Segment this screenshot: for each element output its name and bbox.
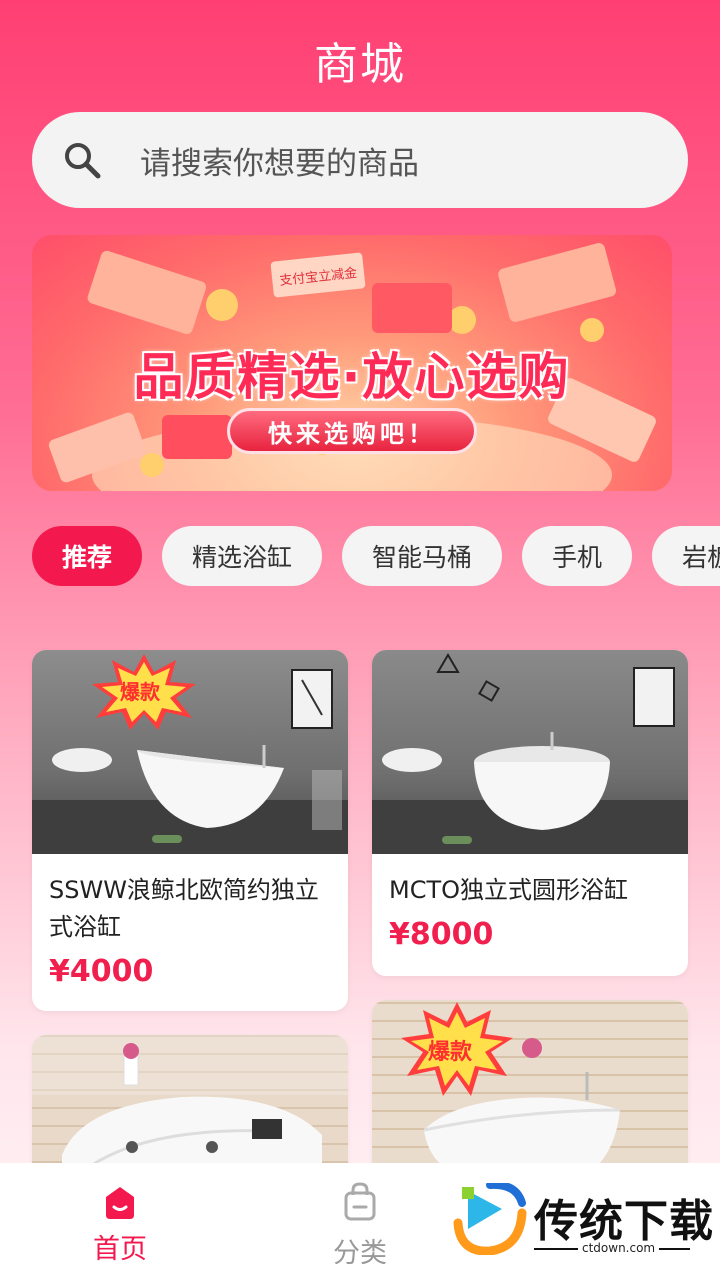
tab-slate[interactable]: 岩板 <box>652 526 720 586</box>
watermark: 传统下载 ctdown.com <box>440 1163 720 1280</box>
category-tabs-container: 推荐 精选浴缸 智能马桶 手机 岩板 <box>0 520 720 600</box>
product-price: ¥8000 <box>389 917 494 952</box>
banner-cta-button[interactable]: 快来选购吧！ <box>227 408 477 454</box>
search-input[interactable]: 请搜索你想要的商品 <box>140 138 419 183</box>
hot-badge-label: 爆款 <box>120 680 160 704</box>
promo-banner[interactable]: 支付宝立减金 品质精选·放心选购 快来选购吧！ <box>32 235 672 491</box>
search-bar[interactable]: 请搜索你想要的商品 <box>32 112 688 208</box>
tab-smart-toilet[interactable]: 智能马桶 <box>342 526 503 586</box>
tab-phone[interactable]: 手机 <box>522 526 633 586</box>
product-price: ¥4000 <box>49 954 154 989</box>
home-icon <box>106 1187 134 1219</box>
category-tabs: 推荐 精选浴缸 智能马桶 手机 岩板 <box>32 526 720 586</box>
watermark-brand: 传统下载 <box>534 1196 714 1247</box>
shopping-bag-icon <box>344 1182 376 1221</box>
product-name: MCTO独立式圆形浴缸 <box>389 876 629 904</box>
product-image: 爆款 <box>32 650 348 854</box>
nav-home[interactable]: 首页 <box>0 1163 240 1280</box>
product-image <box>372 650 688 854</box>
product-name: SSWW浪鲸北欧简约独立式浴缸 <box>49 876 319 941</box>
hot-badge-label: 爆款 <box>428 1040 473 1065</box>
page-title: 商城 <box>314 39 406 90</box>
nav-home-label: 首页 <box>93 1234 147 1265</box>
watermark-url: ctdown.com <box>578 1241 660 1255</box>
banner-headline: 品质精选·放心选购 <box>133 348 571 406</box>
product-card[interactable]: MCTO独立式圆形浴缸 ¥8000 <box>372 650 688 976</box>
tab-recommend[interactable]: 推荐 <box>32 526 143 586</box>
tab-bathtub[interactable]: 精选浴缸 <box>162 526 323 586</box>
search-icon <box>65 143 101 179</box>
product-card[interactable]: 爆款 SSWW浪鲸北欧简约独立式浴缸 ¥4000 <box>32 650 348 1011</box>
watermark-logo-icon <box>453 1183 527 1255</box>
